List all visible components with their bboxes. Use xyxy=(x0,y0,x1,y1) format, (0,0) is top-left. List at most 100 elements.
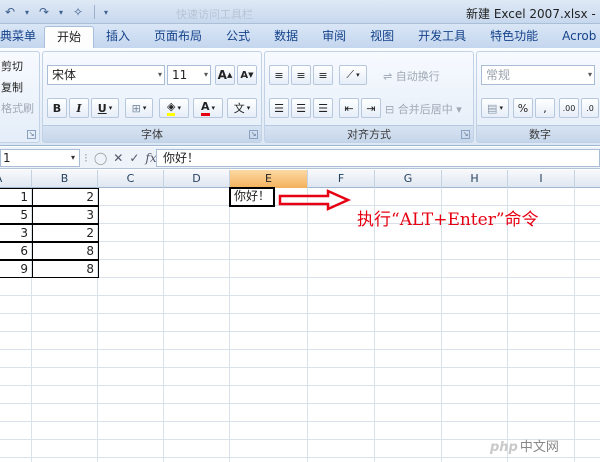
column-header-g[interactable]: G xyxy=(375,170,442,188)
number-format-select[interactable]: 常规 ▾ xyxy=(481,65,595,85)
alignment-group-label: 对齐方式 xyxy=(265,125,473,142)
grip-icon: ⁝ xyxy=(84,151,88,165)
cell-a5[interactable]: 9 xyxy=(0,260,33,278)
chevron-down-icon: ▾ xyxy=(587,70,592,79)
font-color-button[interactable]: A ▾ xyxy=(193,98,223,118)
tab-view[interactable]: 视图 xyxy=(358,26,406,48)
cell-area[interactable]: 1 5 3 6 9 2 3 2 8 8 你好！ 执行“ALT+Enter”命令 … xyxy=(0,187,600,462)
comma-style-button[interactable]: , xyxy=(535,98,555,118)
wrap-text-button[interactable]: ⇌ 自动换行 xyxy=(383,68,440,84)
cell-b2[interactable]: 3 xyxy=(32,206,99,224)
italic-button[interactable]: I xyxy=(69,98,89,118)
cancel-icon[interactable]: ◯ xyxy=(94,151,107,165)
alignment-group: ≡ ≡ ≡ ⟋ ▾ ⇌ 自动换行 ☰ ☰ ☰ ⇤ ⇥ ⊟ 合并后居中 ▾ 对齐方式… xyxy=(264,51,474,143)
redo-icon[interactable]: ↷ xyxy=(34,3,54,21)
title-bar: ↶ ▾ ↷ ▾ ✧ ▾ 快速访问工具栏 新建 Excel 2007.xlsx -… xyxy=(0,0,600,24)
window-title: 新建 Excel 2007.xlsx - Mic xyxy=(466,7,600,21)
align-right-icon: ☰ xyxy=(318,101,328,115)
column-header-c[interactable]: C xyxy=(98,170,164,188)
tab-acrobat[interactable]: Acrob xyxy=(550,26,600,48)
increase-decimal-button[interactable]: .00 xyxy=(559,98,579,118)
tab-classic-menu[interactable]: 典菜单 xyxy=(0,26,44,48)
name-box[interactable]: 1 ▾ xyxy=(0,149,80,167)
cell-e1[interactable]: 你好！ xyxy=(230,188,274,206)
font-launcher-icon[interactable]: ↘ xyxy=(249,130,258,139)
accounting-format-button[interactable]: ▤ ▾ xyxy=(481,98,509,118)
cell-a4[interactable]: 6 xyxy=(0,242,33,260)
tab-developer[interactable]: 开发工具 xyxy=(406,26,478,48)
column-header-d[interactable]: D xyxy=(164,170,230,188)
chevron-down-icon: ▾ xyxy=(157,70,162,79)
number-group: 常规 ▾ ▤ ▾ % , .00 .0 数字 xyxy=(476,51,600,143)
underline-button[interactable]: U ▾ xyxy=(91,98,119,118)
cell-a1[interactable]: 1 xyxy=(0,188,33,206)
dropdown-arrow-icon[interactable]: ▾ xyxy=(56,3,66,21)
phonetic-button[interactable]: 文 ▾ xyxy=(227,98,257,118)
clipboard-launcher-icon[interactable]: ↘ xyxy=(27,130,36,139)
bold-button[interactable]: B xyxy=(47,98,67,118)
toolbar-separator xyxy=(94,5,95,19)
undo-icon[interactable]: ↶ xyxy=(0,3,20,21)
align-top-button[interactable]: ≡ xyxy=(269,65,289,85)
dropdown-arrow-icon[interactable]: ▾ xyxy=(22,3,32,21)
align-right-button[interactable]: ☰ xyxy=(313,98,333,118)
tab-insert[interactable]: 插入 xyxy=(94,26,142,48)
percent-button[interactable]: % xyxy=(513,98,533,118)
cell-b1[interactable]: 2 xyxy=(32,188,99,206)
red-arrow-icon xyxy=(278,189,352,211)
cut-button[interactable]: 剪切 xyxy=(1,58,23,74)
align-center-button[interactable]: ☰ xyxy=(291,98,311,118)
column-header-h[interactable]: H xyxy=(442,170,508,188)
align-middle-button[interactable]: ≡ xyxy=(291,65,311,85)
function-icon[interactable]: fx xyxy=(145,151,156,165)
font-size-select[interactable]: 11 ▾ xyxy=(167,65,211,85)
cell-b5[interactable]: 8 xyxy=(32,260,99,278)
font-name-select[interactable]: 宋体 ▾ xyxy=(47,65,165,85)
alignment-launcher-icon[interactable]: ↘ xyxy=(461,130,470,139)
tab-review[interactable]: 审阅 xyxy=(310,26,358,48)
column-header-b[interactable]: B xyxy=(32,170,98,188)
align-left-button[interactable]: ☰ xyxy=(269,98,289,118)
cell-a2[interactable]: 5 xyxy=(0,206,33,224)
merge-center-button[interactable]: ⊟ 合并后居中 ▾ xyxy=(385,101,462,117)
tab-formulas[interactable]: 公式 xyxy=(214,26,262,48)
formula-input[interactable]: 你好！ xyxy=(156,149,600,167)
copy-button[interactable]: 复制 xyxy=(1,79,23,95)
qat-menu-arrow-icon[interactable]: ▾ xyxy=(101,3,111,21)
shrink-font-button[interactable]: A ▼ xyxy=(237,65,257,85)
format-painter-button[interactable]: 格式刷 xyxy=(1,100,34,116)
formula-buttons: ⁝ ◯ ✕ ✓ fx xyxy=(84,149,157,167)
font-group: 宋体 ▾ 11 ▾ A ▲ A ▼ B I U ▾ ⊞ ▾ ◈ ▾ A ▾ 文 ▾ 字体 ↘ xyxy=(42,51,262,143)
increase-indent-icon: ⇥ xyxy=(366,101,376,115)
borders-button[interactable]: ⊞ ▾ xyxy=(125,98,153,118)
align-bottom-button[interactable]: ≡ xyxy=(313,65,333,85)
check-icon[interactable]: ✓ xyxy=(129,151,139,165)
cell-b3[interactable]: 2 xyxy=(32,224,99,242)
orientation-button[interactable]: ⟋ ▾ xyxy=(339,65,367,85)
column-header-f[interactable]: F xyxy=(308,170,375,188)
spreadsheet-grid[interactable]: A B C D E F G H I 1 5 3 6 9 2 3 2 8 8 你好… xyxy=(0,170,600,462)
column-header-e[interactable]: E xyxy=(230,170,308,188)
grow-font-button[interactable]: A ▲ xyxy=(215,65,235,85)
column-header-i[interactable]: I xyxy=(508,170,575,188)
tab-features[interactable]: 特色功能 xyxy=(478,26,550,48)
align-middle-icon: ≡ xyxy=(296,68,306,82)
column-header-a[interactable]: A xyxy=(0,170,32,188)
ghost-tooltip-text: 快速访问工具栏 xyxy=(176,8,253,21)
tab-home[interactable]: 开始 xyxy=(44,26,95,48)
formula-bar: 1 ▾ ⁝ ◯ ✕ ✓ fx 你好！ xyxy=(0,147,600,169)
customize-icon[interactable]: ✧ xyxy=(68,3,88,21)
tab-data[interactable]: 数据 xyxy=(262,26,310,48)
increase-indent-button[interactable]: ⇥ xyxy=(361,98,381,118)
cell-b4[interactable]: 8 xyxy=(32,242,99,260)
decrease-indent-button[interactable]: ⇤ xyxy=(339,98,359,118)
fill-color-button[interactable]: ◈ ▾ xyxy=(159,98,189,118)
php-logo: php xyxy=(490,440,518,455)
orientation-icon: ⟋ xyxy=(346,68,355,81)
cell-a3[interactable]: 3 xyxy=(0,224,33,242)
align-top-icon: ≡ xyxy=(274,68,284,82)
tab-page-layout[interactable]: 页面布局 xyxy=(142,26,214,48)
close-icon[interactable]: ✕ xyxy=(113,151,123,165)
decrease-decimal-button[interactable]: .0 xyxy=(581,98,599,118)
watermark: php 中文网 xyxy=(490,436,559,455)
